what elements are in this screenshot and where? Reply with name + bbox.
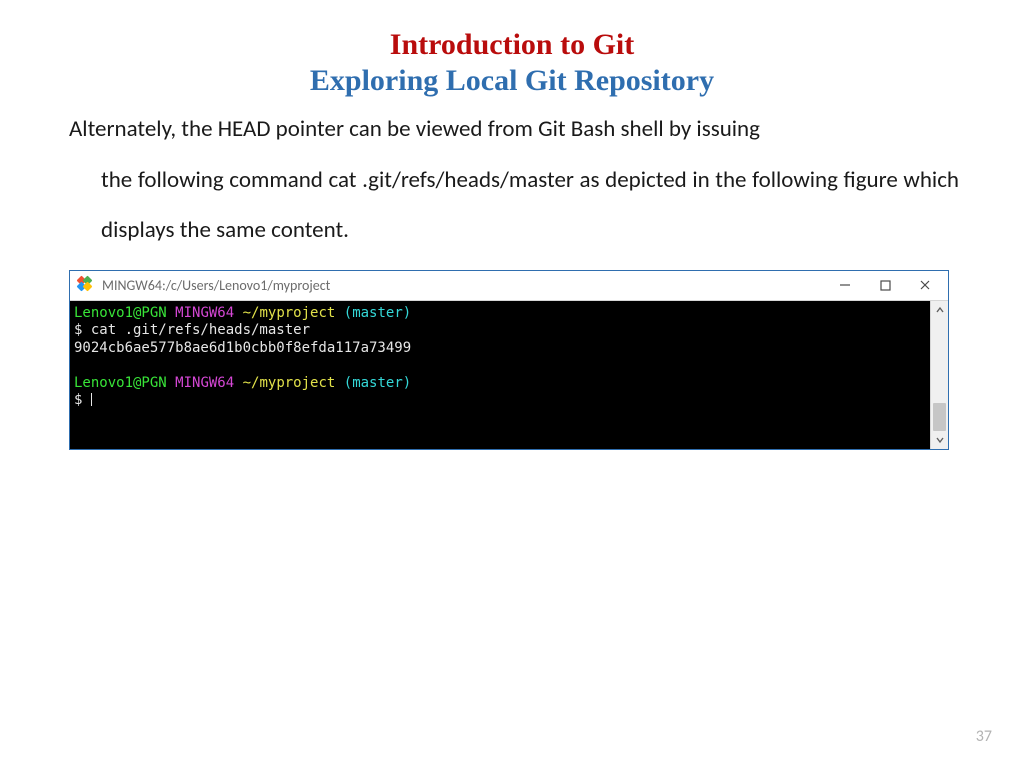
prompt-host: MINGW64 [175, 305, 234, 321]
terminal-scrollbar[interactable] [930, 301, 948, 449]
minimize-button[interactable] [838, 278, 852, 292]
close-button[interactable] [918, 278, 932, 292]
scrollbar-down-arrow-icon[interactable] [931, 431, 948, 449]
prompt2-dollar: $ [74, 392, 91, 408]
slide-title-sub: Exploring Local Git Repository [65, 64, 959, 98]
maximize-button[interactable] [878, 278, 892, 292]
scrollbar-thumb[interactable] [933, 403, 946, 431]
terminal-body[interactable]: Lenovo1@PGN MINGW64 ~/myproject (master)… [70, 301, 930, 449]
prompt-user: Lenovo1@PGN [74, 305, 167, 321]
scrollbar-up-arrow-icon[interactable] [931, 301, 948, 319]
prompt-branch: (master) [344, 305, 411, 321]
prompt-path: ~/myproject [243, 305, 336, 321]
body-line-1: Alternately, the HEAD pointer can be vie… [69, 115, 760, 143]
terminal-window-title: MINGW64:/c/Users/Lenovo1/myproject [102, 277, 838, 294]
window-controls [838, 278, 942, 292]
prompt2-path: ~/myproject [243, 375, 336, 391]
terminal-command: $ cat .git/refs/heads/master [74, 322, 310, 338]
terminal-titlebar: MINGW64:/c/Users/Lenovo1/myproject [70, 271, 948, 301]
page-number: 37 [976, 727, 992, 746]
slide: Introduction to Git Exploring Local Git … [0, 0, 1024, 768]
terminal-body-wrap: Lenovo1@PGN MINGW64 ~/myproject (master)… [70, 301, 948, 449]
terminal-output: 9024cb6ae577b8ae6d1b0cbb0f8efda117a73499 [74, 340, 411, 356]
scrollbar-track[interactable] [931, 319, 948, 431]
terminal-cursor [91, 393, 92, 406]
slide-title-main: Introduction to Git [65, 28, 959, 62]
git-bash-icon [78, 277, 94, 293]
prompt2-user: Lenovo1@PGN [74, 375, 167, 391]
prompt2-branch: (master) [344, 375, 411, 391]
body-rest: the following command cat .git/refs/head… [69, 155, 959, 256]
prompt2-host: MINGW64 [175, 375, 234, 391]
terminal-window: MINGW64:/c/Users/Lenovo1/myproject Lenov… [69, 270, 949, 450]
body-paragraph: Alternately, the HEAD pointer can be vie… [65, 104, 959, 256]
